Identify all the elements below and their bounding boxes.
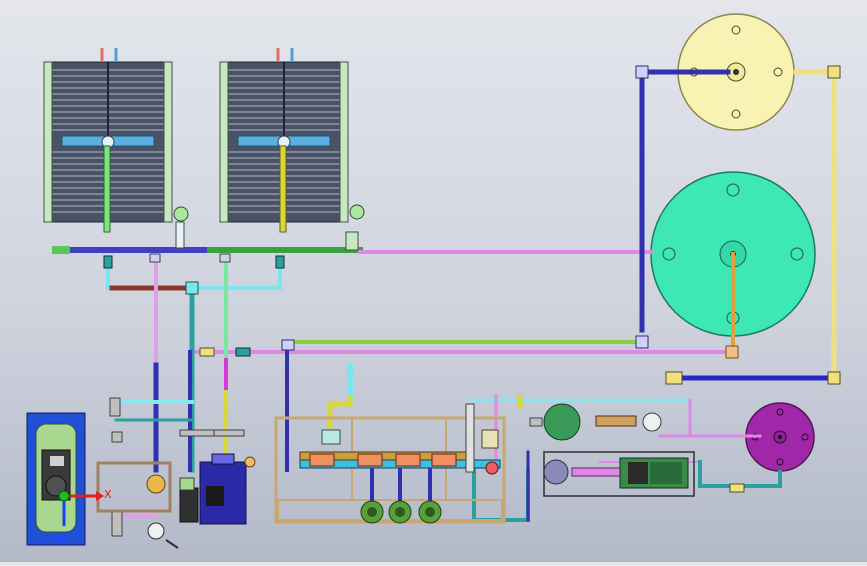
z-axis-label: Z	[58, 531, 66, 544]
piping-diagram: X Z	[26, 13, 841, 549]
separator-vessel[interactable]	[529, 403, 662, 441]
solar-collector-right[interactable]	[219, 48, 365, 233]
motor-pump-skid[interactable]	[543, 451, 695, 497]
x-axis-label: X	[104, 488, 112, 501]
cad-viewport[interactable]: X Z	[0, 0, 867, 562]
heat-exchanger-frame[interactable]	[274, 403, 506, 524]
pump-frame[interactable]	[96, 461, 179, 549]
expansion-tank[interactable]	[26, 412, 86, 546]
solar-collector-left[interactable]	[43, 48, 189, 233]
